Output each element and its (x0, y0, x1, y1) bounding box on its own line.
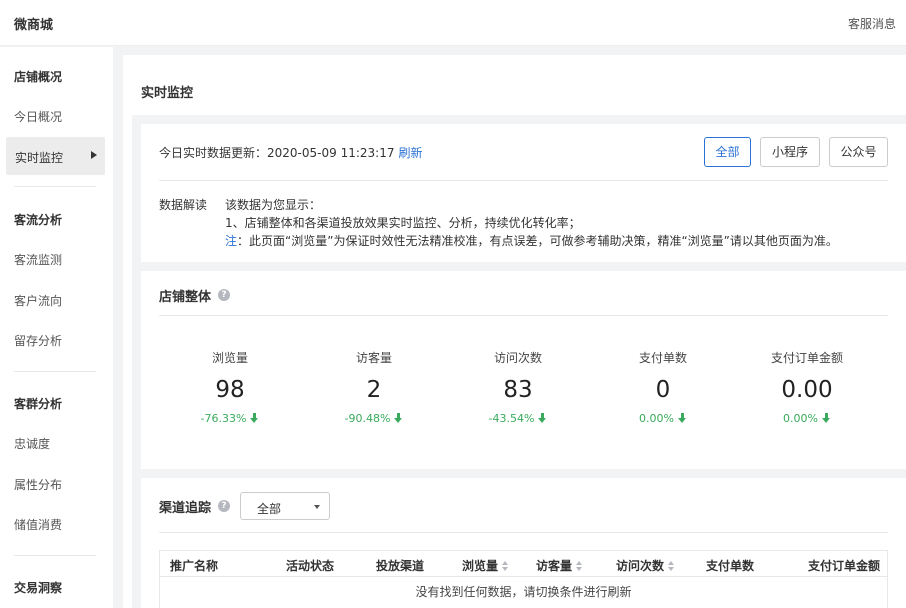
metric-change: 0.00% (747, 412, 867, 425)
note-prefix: 注 (225, 234, 238, 248)
channel-table: 推广名称 活动状态 投放渠道 浏览量 访客量 访问次数 支付单数 支付订单金额 … (159, 550, 888, 608)
top-bar: 微商城 客服消息 (0, 0, 906, 46)
table-header: 推广名称 活动状态 投放渠道 浏览量 访客量 访问次数 支付单数 支付订单金额 (160, 551, 887, 577)
sidebar-item-customer-flow[interactable]: 客户流向 (14, 292, 62, 309)
divider (159, 180, 888, 181)
metric-value: 0.00 (781, 377, 833, 403)
divider (159, 532, 888, 533)
sidebar-item-today[interactable]: 今日概况 (14, 108, 62, 125)
caret-down-icon (314, 505, 320, 509)
metric-paid-orders: 支付单数 0 0.00% (603, 349, 723, 425)
sidebar-item-label: 实时监控 (15, 151, 64, 165)
metric-label: 支付订单金额 (770, 351, 843, 365)
metric-change: 0.00% (603, 412, 723, 425)
metric-label: 支付单数 (638, 351, 687, 365)
sidebar-divider (14, 186, 96, 187)
sidebar-item-traffic-monitor[interactable]: 客流监测 (14, 251, 62, 268)
divider (159, 315, 888, 316)
column-label: 访问次数 (616, 559, 665, 573)
arrow-down-icon (394, 413, 403, 423)
metric-label: 访问次数 (493, 351, 542, 365)
change-value: -76.33% (200, 412, 247, 425)
brand-title[interactable]: 微商城 (14, 14, 53, 33)
arrow-down-icon (677, 413, 687, 423)
metric-change: -43.54% (458, 412, 578, 425)
column-channel: 投放渠道 (376, 559, 425, 573)
update-prefix: 今日实时数据更新： (159, 146, 268, 160)
select-value: 全部 (257, 502, 282, 516)
caret-right-icon (91, 151, 97, 159)
question-circle-icon[interactable]: ? (218, 289, 230, 301)
metric-change: -90.48% (314, 412, 434, 425)
change-value: -43.54% (488, 412, 535, 425)
filter-all-button[interactable]: 全部 (704, 137, 751, 167)
column-visitors[interactable]: 访客量 (536, 557, 583, 574)
customer-service-link[interactable]: 客服消息 (848, 15, 896, 32)
arrow-down-icon (250, 413, 259, 423)
sidebar-item-realtime[interactable]: 实时监控 (6, 137, 105, 175)
arrow-down-icon (821, 413, 831, 423)
sidebar-item-retention[interactable]: 留存分析 (14, 332, 62, 349)
metric-page-views: 浏览量 98 -76.33% (170, 349, 290, 425)
metric-value: 0 (655, 377, 671, 403)
sidebar-item-loyalty[interactable]: 忠诚度 (14, 435, 50, 452)
change-value: 0.00% (639, 412, 674, 425)
sidebar-group-store: 店铺概况 (14, 70, 63, 84)
metric-change: -76.33% (170, 412, 290, 425)
refresh-link[interactable]: 刷新 (398, 146, 422, 160)
column-promotion-name: 推广名称 (170, 559, 219, 573)
column-label: 浏览量 (462, 559, 499, 573)
interpretation-label: 数据解读 (159, 198, 208, 212)
sidebar-item-stored-value[interactable]: 储值消费 (14, 516, 62, 533)
note-text: ：此页面“浏览量”为保证时效性无法精准校准，有点误差，可做参考辅助决策，精准“浏… (237, 234, 838, 248)
change-value: -90.48% (344, 412, 391, 425)
channel-tracking-card: 渠道追踪 ? 全部 推广名称 活动状态 投放渠道 浏览量 访客量 访问次数 支付… (141, 478, 906, 608)
empty-message: 没有找到任何数据，请切换条件进行刷新 (415, 585, 632, 599)
sidebar-divider (14, 555, 96, 556)
sidebar-group-trade: 交易洞察 (14, 581, 63, 595)
change-value: 0.00% (783, 412, 818, 425)
metric-value: 2 (366, 377, 382, 403)
metric-label: 浏览量 (211, 351, 248, 365)
metric-visitors: 访客量 2 -90.48% (314, 349, 434, 425)
column-page-views[interactable]: 浏览量 (462, 557, 509, 574)
sidebar-divider (14, 371, 96, 372)
column-activity-status: 活动状态 (286, 559, 335, 573)
column-label: 访客量 (536, 559, 573, 573)
sort-icon[interactable] (576, 561, 583, 571)
sort-icon[interactable] (502, 561, 509, 571)
interpretation-text: 该数据为您显示： 1、店铺整体和各渠道投放效果实时监控、分析，持续优化转化率； … (225, 196, 838, 250)
section-title: 店铺整体 (159, 290, 212, 305)
store-overall-card: 店铺整体 ? 浏览量 98 -76.33% 访客量 2 -90.48% 访问次数… (141, 271, 906, 469)
page-title: 实时监控 (141, 86, 194, 101)
realtime-card: 今日实时数据更新：2020-05-09 11:23:17 刷新 全部 小程序 公众… (141, 124, 906, 262)
column-visits[interactable]: 访问次数 (616, 557, 675, 574)
sidebar-group-traffic: 客流分析 (14, 213, 63, 227)
filter-official-account-button[interactable]: 公众号 (829, 137, 888, 167)
sidebar-group-audience: 客群分析 (14, 397, 63, 411)
interpretation-line: 该数据为您显示： (225, 198, 322, 212)
metric-value: 98 (215, 377, 245, 403)
metric-visits: 访问次数 83 -43.54% (458, 349, 578, 425)
update-time: 2020-05-09 11:23:17 (267, 146, 395, 160)
sidebar-item-attributes[interactable]: 属性分布 (14, 476, 62, 493)
metric-paid-amount: 支付订单金额 0.00 0.00% (747, 349, 867, 425)
column-paid-orders: 支付单数 (706, 559, 755, 573)
sidebar: 店铺概况 今日概况 实时监控 客流分析 客流监测 客户流向 留存分析 客群分析 … (0, 47, 113, 608)
sort-icon[interactable] (668, 561, 675, 571)
arrow-down-icon (538, 413, 547, 423)
section-title: 渠道追踪 (159, 501, 212, 516)
update-line: 今日实时数据更新：2020-05-09 11:23:17 刷新 (159, 144, 422, 161)
interpretation-line: 1、店铺整体和各渠道投放效果实时监控、分析，持续优化转化率； (225, 216, 581, 230)
question-circle-icon[interactable]: ? (218, 500, 230, 512)
column-paid-amount: 支付订单金额 (808, 559, 881, 573)
metric-value: 83 (503, 377, 533, 403)
interpretation-note: 注：此页面“浏览量”为保证时效性无法精准校准，有点误差，可做参考辅助决策，精准“… (225, 232, 838, 250)
channel-select[interactable]: 全部 (240, 492, 330, 520)
metric-label: 访客量 (355, 351, 392, 365)
filter-miniprogram-button[interactable]: 小程序 (760, 137, 820, 167)
